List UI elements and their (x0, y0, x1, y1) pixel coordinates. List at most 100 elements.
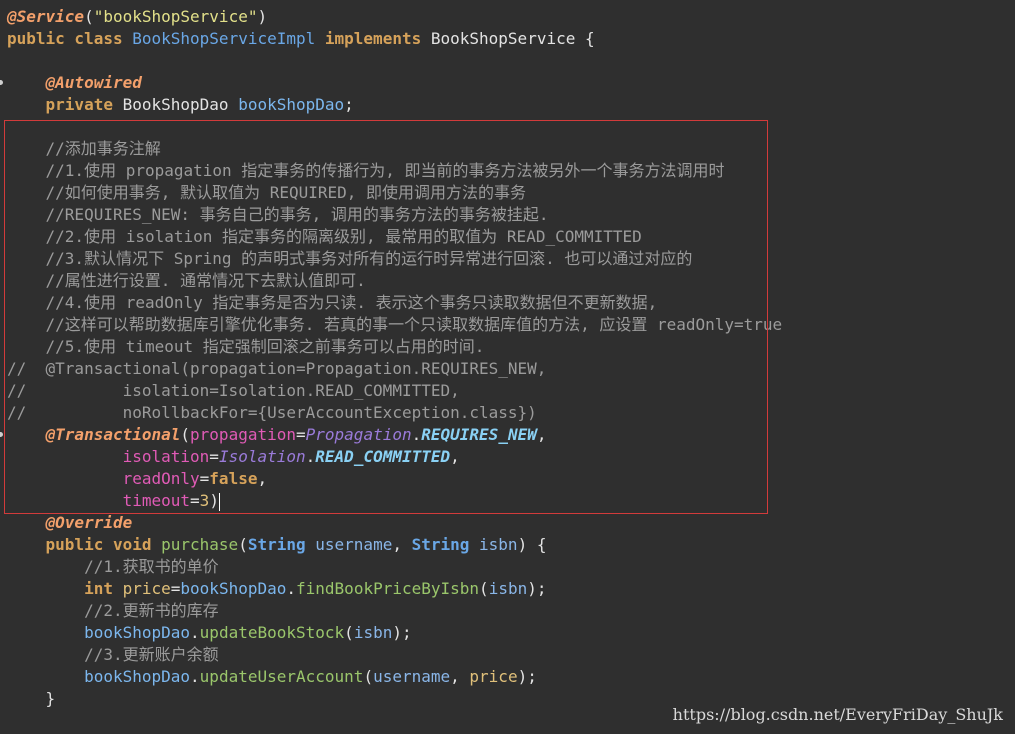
code-token: username (315, 535, 393, 554)
code-token: isbn (479, 535, 518, 554)
code-token: ( (344, 623, 354, 642)
code-line[interactable]: //1.获取书的单价 (0, 556, 1015, 578)
code-line[interactable]: //添加事务注解 (0, 138, 1015, 160)
code-token: = (170, 579, 181, 598)
code-line[interactable]: @Service("bookShopService") (0, 6, 1015, 28)
code-token: @Service (7, 7, 85, 26)
code-line[interactable]: @Autowired (0, 72, 1015, 94)
code-editor[interactable]: @Service("bookShopService") public class … (0, 6, 1015, 710)
code-line[interactable]: //3.默认情况下 Spring 的声明式事务对所有的运行时异常进行回滚. 也可… (0, 248, 1015, 270)
code-token: = (199, 469, 210, 488)
code-line[interactable]: //这样可以帮助数据库引擎优化事务. 若真的事一个只读取数据库值的方法, 应设置… (0, 314, 1015, 336)
code-line[interactable]: public void purchase(String username, St… (0, 534, 1015, 556)
code-line[interactable]: private BookShopDao bookShopDao; (0, 94, 1015, 116)
code-token: READ_COMMITTED (315, 447, 451, 466)
code-token: ( (363, 667, 374, 686)
code-token: timeout (122, 491, 191, 510)
code-line[interactable]: isolation=Isolation.READ_COMMITTED, (0, 446, 1015, 468)
code-token: //属性进行设置. 通常情况下去默认值即可. (7, 271, 366, 290)
code-token: // noRollbackFor={UserAccountException.c… (7, 403, 537, 422)
code-token: //添加事务注解 (7, 139, 161, 158)
code-line[interactable]: //1.使用 propagation 指定事务的传播行为, 即当前的事务方法被另… (0, 160, 1015, 182)
code-token: updateBookStock (199, 623, 345, 642)
code-line[interactable]: bookShopDao.updateBookStock(isbn); (0, 622, 1015, 644)
code-token: = (190, 491, 200, 510)
code-token: , (257, 469, 268, 488)
code-token: false (209, 469, 258, 488)
code-token: BookShopDao (122, 95, 239, 114)
code-token: ( (479, 579, 489, 598)
code-token: purchase (161, 535, 239, 554)
code-token: ) (209, 491, 219, 510)
code-token: //2.更新书的库存 (7, 601, 219, 620)
code-line[interactable]: public class BookShopServiceImpl impleme… (0, 28, 1015, 50)
code-token: private (45, 95, 123, 114)
code-token: = (296, 425, 306, 444)
code-token: //1.获取书的单价 (7, 557, 219, 576)
code-token: , (450, 667, 470, 686)
code-token: implements (324, 29, 431, 48)
code-token: ) { (517, 535, 547, 554)
code-token: public void (45, 535, 162, 554)
code-line[interactable]: // noRollbackFor={UserAccountException.c… (0, 402, 1015, 424)
code-token: BookShopService { (430, 29, 595, 48)
code-token: . (305, 447, 316, 466)
code-token: ( (180, 425, 191, 444)
code-token: ); (517, 667, 537, 686)
code-line[interactable]: //如何使用事务, 默认取值为 REQUIRED, 即使用调用方法的事务 (0, 182, 1015, 204)
code-token: , (536, 425, 547, 444)
code-token: BookShopServiceImpl (132, 29, 325, 48)
code-token: bookShopDao (180, 579, 287, 598)
watermark: https://blog.csdn.net/EveryFriDay_ShuJk (672, 705, 1003, 724)
code-line[interactable]: // isolation=Isolation.READ_COMMITTED, (0, 380, 1015, 402)
code-line[interactable]: int price=bookShopDao.findBookPriceByIsb… (0, 578, 1015, 600)
code-token: ; (344, 95, 354, 114)
code-token: ( (84, 7, 94, 26)
gutter-marker-icon[interactable] (0, 80, 3, 85)
code-line[interactable] (0, 50, 1015, 72)
code-token: isbn (353, 623, 393, 642)
code-line[interactable]: bookShopDao.updateUserAccount(username, … (0, 666, 1015, 688)
code-token: , (392, 535, 412, 554)
code-token: //5.使用 timeout 指定强制回滚之前事务可以占用的时间. (7, 337, 485, 356)
code-line[interactable]: @Override (0, 512, 1015, 534)
code-token: price (122, 579, 171, 598)
code-token: //这样可以帮助数据库引擎优化事务. 若真的事一个只读取数据库值的方法, 应设置… (7, 315, 783, 334)
code-line[interactable] (0, 116, 1015, 138)
code-token: ); (527, 579, 547, 598)
code-token: readOnly (122, 469, 200, 488)
code-token: //2.使用 isolation 指定事务的隔离级别, 最常用的取值为 READ… (7, 227, 642, 246)
code-line[interactable]: //REQUIRES_NEW: 事务自己的事务, 调用的事务方法的事务被挂起. (0, 204, 1015, 226)
code-token: } (7, 689, 56, 708)
code-token: //4.使用 readOnly 指定事务是否为只读. 表示这个事务只读取数据但不… (7, 293, 658, 312)
code-token: propagation (190, 425, 296, 444)
code-line[interactable]: @Transactional(propagation=Propagation.R… (0, 424, 1015, 446)
code-token: //如何使用事务, 默认取值为 REQUIRED, 即使用调用方法的事务 (7, 183, 527, 202)
code-line[interactable]: //5.使用 timeout 指定强制回滚之前事务可以占用的时间. (0, 336, 1015, 358)
code-line[interactable]: //2.使用 isolation 指定事务的隔离级别, 最常用的取值为 READ… (0, 226, 1015, 248)
code-line[interactable]: readOnly=false, (0, 468, 1015, 490)
code-token: bookShopDao (84, 623, 191, 642)
code-token: REQUIRES_NEW (421, 425, 537, 444)
code-line[interactable]: //4.使用 readOnly 指定事务是否为只读. 表示这个事务只读取数据但不… (0, 292, 1015, 314)
code-token: Propagation (305, 425, 412, 444)
code-token: @Transactional (45, 425, 181, 444)
code-line[interactable]: // @Transactional(propagation=Propagatio… (0, 358, 1015, 380)
gutter-marker-icon[interactable] (0, 432, 3, 437)
code-token: ( (238, 535, 248, 554)
code-token: , (450, 447, 460, 466)
code-token: @Override (45, 513, 133, 532)
code-line[interactable]: //2.更新书的库存 (0, 600, 1015, 622)
code-line[interactable]: timeout=3) (0, 490, 1015, 512)
code-line[interactable]: //属性进行设置. 通常情况下去默认值即可. (0, 270, 1015, 292)
code-line[interactable]: //3.更新账户余额 (0, 644, 1015, 666)
